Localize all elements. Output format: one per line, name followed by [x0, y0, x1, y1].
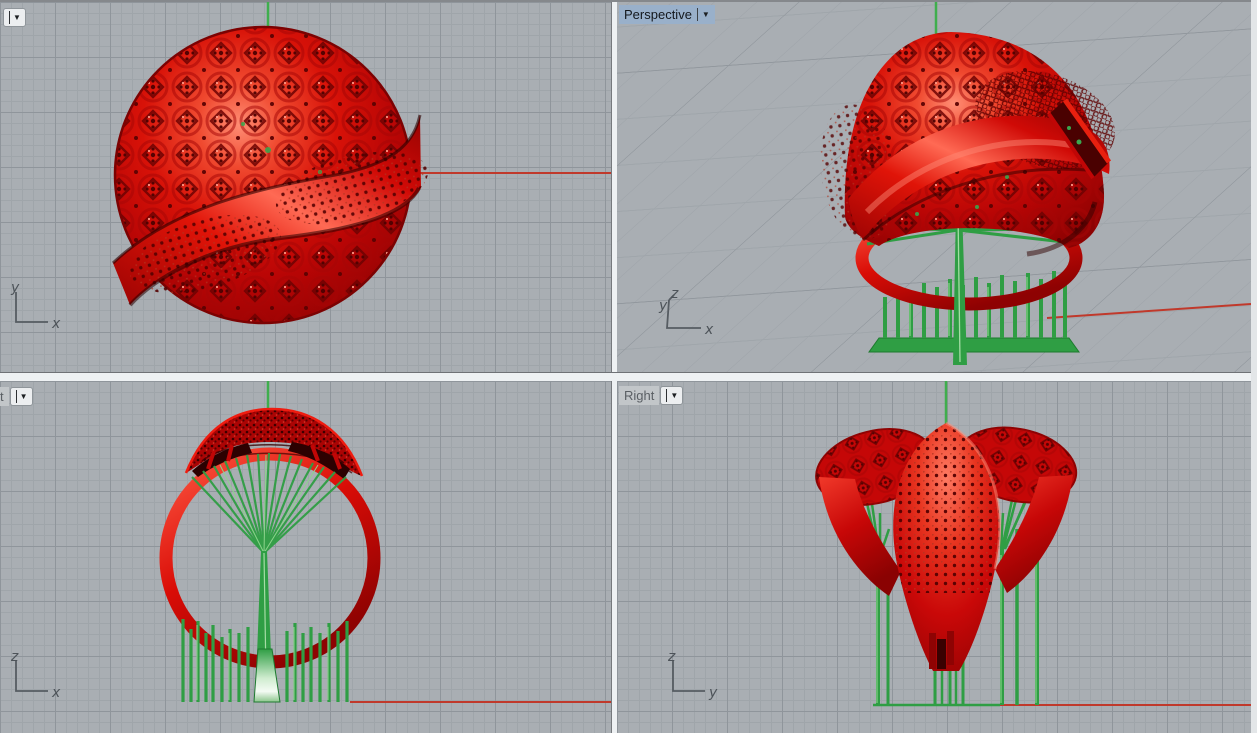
- viewport-title-text: Right: [619, 386, 659, 405]
- stem-prong-left: [929, 633, 936, 669]
- perspective-scene: [617, 2, 1251, 372]
- model-sphere-top-view[interactable]: [113, 27, 435, 323]
- viewport-menu-button[interactable]: ▼: [10, 387, 33, 406]
- x-axis-line: [1047, 304, 1251, 318]
- menu-separator: [697, 8, 698, 21]
- viewport-divider-horizontal[interactable]: [0, 372, 1257, 381]
- stem-gap: [937, 639, 946, 669]
- menu-separator: [16, 390, 17, 403]
- viewport-right[interactable]: Right ▼ z y: [617, 381, 1251, 733]
- viewport-title-right[interactable]: Right ▼: [619, 386, 683, 405]
- top-view-scene: [0, 2, 611, 372]
- viewport-divider-vertical[interactable]: [611, 0, 617, 733]
- cad-four-view-workspace: ▼ y x: [0, 0, 1257, 733]
- viewport-menu-button[interactable]: ▼: [660, 386, 683, 405]
- right-view-scene: [617, 381, 1251, 733]
- stem-prong-right: [947, 631, 954, 665]
- support-fan: [192, 453, 346, 553]
- menu-separator: [666, 389, 667, 402]
- chevron-down-icon: ▼: [13, 14, 21, 22]
- model-ring-right-view[interactable]: [808, 417, 1083, 671]
- menu-separator: [9, 11, 10, 24]
- top-edge-strip: [0, 0, 1257, 2]
- chevron-down-icon: ▼: [20, 393, 28, 401]
- viewport-top[interactable]: ▼ y x: [0, 2, 611, 372]
- viewport-title-text: Perspective: [624, 7, 692, 22]
- chevron-down-icon[interactable]: ▼: [702, 11, 710, 19]
- viewport-menu-button[interactable]: ▼: [3, 8, 26, 27]
- support-base-plate: [869, 338, 1079, 352]
- right-edge-strip: [1251, 0, 1257, 733]
- front-view-scene: [0, 381, 611, 733]
- viewport-title-perspective[interactable]: Perspective ▼: [619, 5, 715, 24]
- viewport-front[interactable]: t ▼ z x: [0, 381, 611, 733]
- viewport-perspective[interactable]: Perspective ▼ z y x: [617, 2, 1251, 372]
- viewport-title-top[interactable]: ▼: [2, 8, 26, 27]
- chevron-down-icon: ▼: [670, 392, 678, 400]
- viewport-title-text: t: [0, 387, 9, 406]
- support-structure[interactable]: [183, 453, 347, 702]
- viewport-title-front[interactable]: t ▼: [0, 387, 33, 406]
